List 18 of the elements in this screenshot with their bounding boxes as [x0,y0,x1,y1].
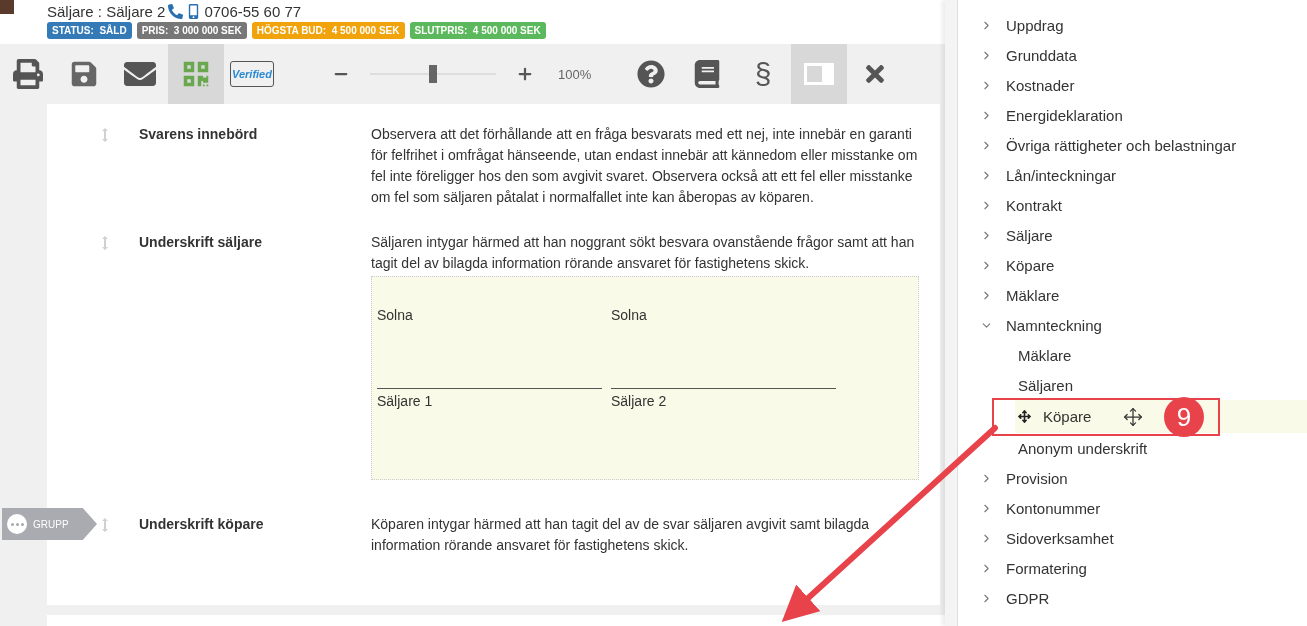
section-text: Köparen intygar härmed att han tagit del av de svar säljaren avgivit samt bilagda information rörande ansvaret för fastighetens skick. [371,515,871,555]
phone-number: 0706-55 60 77 [204,2,302,20]
section-label: Underskrift säljare [138,233,263,252]
verified-logo: Verified [230,61,274,87]
section-label: Svarens innebörd [138,125,259,144]
signer-name: Säljare 1 [377,388,602,412]
seller-name: Säljare : Säljare 2 [47,2,166,20]
signature-place: Solna [611,306,648,325]
signer-name: Säljare 2 [611,388,836,412]
section-text: Observera att det förhållande att en fråga besvarats med ett nej, inte innebär en garanti för felfrihet i omfrågat hänseende, utan endast innebär att kännedom eller misstanke om fel inte föreligger hos den som avgivit svaret. Observera också att ett fel eller misstanke om fel som säljaren påtalat i normalfallet inte kan åberopas av köparen. [371,125,919,207]
zoom-reading: 100% [558,66,592,82]
status-badge: SLUTPRIS: 4 500 000 SEK [409,22,546,39]
status-badge: STATUS: SÅLD [47,22,132,39]
status-badge: HÖGSTA BUD: 4 500 000 SEK [251,22,405,39]
section-label: Underskrift köpare [138,515,265,534]
section-text: Säljaren intygar härmed att han noggrant sökt besvara ovanstående frågor samt att han tagit del av bilagda information rörande ansvaret för fastighetens skick. [371,233,916,273]
status-badge: PRIS: 3 000 000 SEK [136,22,247,39]
signature-place: Solna [377,306,414,325]
